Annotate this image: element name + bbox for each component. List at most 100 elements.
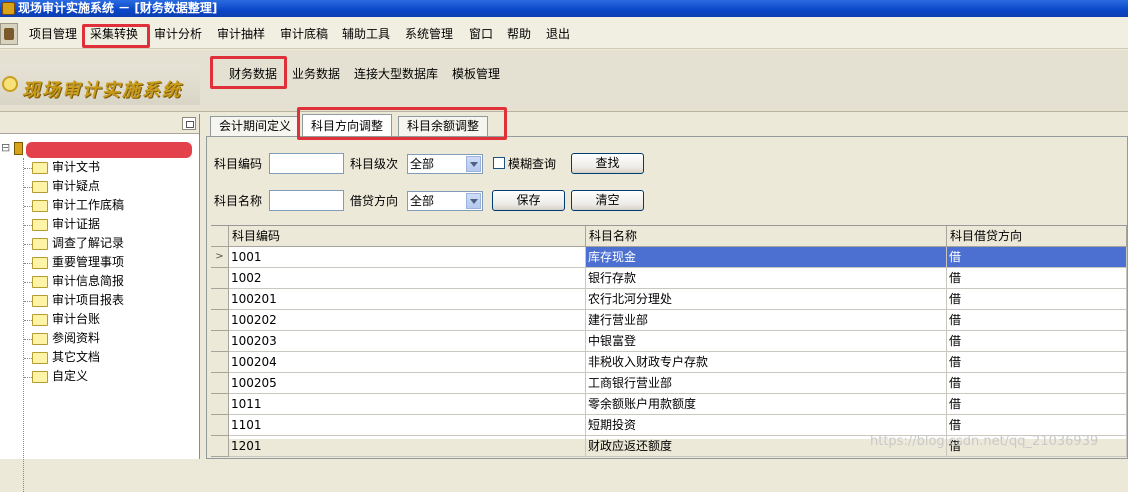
row-header[interactable] xyxy=(211,289,229,310)
cell-direction[interactable]: 借 xyxy=(947,289,1127,310)
cell-direction[interactable]: 借 xyxy=(947,247,1127,268)
cell-direction[interactable]: 借 xyxy=(947,310,1127,331)
row-header-current[interactable]: > xyxy=(211,247,229,268)
tree-item-workpapers[interactable]: 审计工作底稿 xyxy=(32,196,124,215)
menu-collect-convert[interactable]: 采集转换 xyxy=(90,25,138,43)
table-row[interactable]: 100201 农行北河分理处 借 xyxy=(211,289,1127,310)
cell-name[interactable]: 零余额账户用款额度 xyxy=(586,394,947,415)
tree-item-label: 审计信息简报 xyxy=(52,274,125,288)
menu-window[interactable]: 窗口 xyxy=(469,25,493,43)
tree-item-audit-docs[interactable]: 审计文书 xyxy=(32,158,100,177)
save-button[interactable]: 保存 xyxy=(492,190,565,211)
tree-item-other-docs[interactable]: 其它文档 xyxy=(32,348,100,367)
cell-code[interactable]: 100202 xyxy=(229,310,586,331)
column-header-direction[interactable]: 科目借贷方向 xyxy=(947,226,1127,247)
cell-code[interactable]: 100204 xyxy=(229,352,586,373)
menu-system[interactable]: 系统管理 xyxy=(405,25,453,43)
table-row[interactable]: 1011 零余额账户用款额度 借 xyxy=(211,394,1127,415)
table-row[interactable]: 100202 建行营业部 借 xyxy=(211,310,1127,331)
pin-icon[interactable] xyxy=(182,117,196,130)
cell-code[interactable]: 100205 xyxy=(229,373,586,394)
table-row[interactable]: 100204 非税收入财政专户存款 借 xyxy=(211,352,1127,373)
cell-direction[interactable]: 借 xyxy=(947,415,1127,436)
clear-button[interactable]: 清空 xyxy=(571,190,644,211)
tree-branch xyxy=(24,301,32,302)
tree-item-key-matters[interactable]: 重要管理事项 xyxy=(32,253,124,272)
subnav-connect-db[interactable]: 连接大型数据库 xyxy=(354,65,438,83)
tab-account-direction[interactable]: 科目方向调整 xyxy=(302,114,393,137)
cell-direction[interactable]: 借 xyxy=(947,352,1127,373)
menu-project[interactable]: 项目管理 xyxy=(29,25,77,43)
tree-item-label: 参阅资料 xyxy=(52,331,101,345)
cell-code[interactable]: 1101 xyxy=(229,415,586,436)
menu-exit[interactable]: 退出 xyxy=(546,25,570,43)
cell-name[interactable]: 短期投资 xyxy=(586,415,947,436)
cell-name[interactable]: 库存现金 xyxy=(586,247,947,268)
project-root-redacted[interactable] xyxy=(26,142,192,158)
tree-item-custom[interactable]: 自定义 xyxy=(32,367,88,386)
menu-audit-analysis[interactable]: 审计分析 xyxy=(154,25,202,43)
subnav-financial-data[interactable]: 财务数据 xyxy=(229,65,277,83)
column-header-code[interactable]: 科目编码 xyxy=(229,226,586,247)
row-header[interactable] xyxy=(211,415,229,436)
column-header-name[interactable]: 科目名称 xyxy=(586,226,947,247)
tree-collapse-icon[interactable]: ⊟ xyxy=(1,141,10,154)
cell-code[interactable]: 100203 xyxy=(229,331,586,352)
app-menu-icon[interactable] xyxy=(0,23,18,45)
row-header[interactable] xyxy=(211,310,229,331)
row-header[interactable] xyxy=(211,352,229,373)
tree-item-evidence[interactable]: 审计证据 xyxy=(32,215,100,234)
level-select[interactable]: 全部 xyxy=(407,154,483,174)
tree-item-references[interactable]: 参阅资料 xyxy=(32,329,100,348)
main-panel: 会计期间定义 科目方向调整 科目余额调整 科目编码 科目级次 全部 模糊查询 查… xyxy=(204,114,1128,459)
cell-code[interactable]: 1002 xyxy=(229,268,586,289)
cell-code[interactable]: 1201 xyxy=(229,436,586,457)
table-row[interactable]: 1002 银行存款 借 xyxy=(211,268,1127,289)
search-button[interactable]: 查找 xyxy=(571,153,644,174)
cell-name[interactable]: 建行营业部 xyxy=(586,310,947,331)
cell-name[interactable]: 农行北河分理处 xyxy=(586,289,947,310)
subnav-business-data[interactable]: 业务数据 xyxy=(292,65,340,83)
menu-audit-sampling[interactable]: 审计抽样 xyxy=(217,25,265,43)
cell-direction[interactable]: 借 xyxy=(947,394,1127,415)
tree-item-audit-doubts[interactable]: 审计疑点 xyxy=(32,177,100,196)
tab-account-balance[interactable]: 科目余额调整 xyxy=(398,116,489,136)
cell-name[interactable]: 非税收入财政专户存款 xyxy=(586,352,947,373)
direction-select[interactable]: 全部 xyxy=(407,191,483,211)
row-header[interactable] xyxy=(211,436,229,457)
tree-branch xyxy=(24,187,32,188)
menu-audit-workpaper[interactable]: 审计底稿 xyxy=(280,25,328,43)
subnav-templates[interactable]: 模板管理 xyxy=(452,65,500,83)
cell-direction[interactable]: 借 xyxy=(947,268,1127,289)
fuzzy-checkbox[interactable] xyxy=(493,157,505,169)
cell-name[interactable]: 工商银行营业部 xyxy=(586,373,947,394)
tree-item-ledger[interactable]: 审计台账 xyxy=(32,310,100,329)
menu-help[interactable]: 帮助 xyxy=(507,25,531,43)
dropdown-arrow-icon[interactable] xyxy=(466,156,481,172)
row-header[interactable] xyxy=(211,394,229,415)
cell-direction[interactable]: 借 xyxy=(947,331,1127,352)
row-header[interactable] xyxy=(211,268,229,289)
tree-item-reports[interactable]: 审计项目报表 xyxy=(32,291,124,310)
logo-text: 现场审计实施系统 xyxy=(22,80,182,101)
tree-item-survey[interactable]: 调查了解记录 xyxy=(32,234,124,253)
tree-item-briefings[interactable]: 审计信息简报 xyxy=(32,272,124,291)
table-row[interactable]: 100205 工商银行营业部 借 xyxy=(211,373,1127,394)
cell-name[interactable]: 中银富登 xyxy=(586,331,947,352)
menu-tools[interactable]: 辅助工具 xyxy=(342,25,390,43)
cell-direction[interactable]: 借 xyxy=(947,373,1127,394)
cell-code[interactable]: 1011 xyxy=(229,394,586,415)
row-header[interactable] xyxy=(211,331,229,352)
cell-name[interactable]: 银行存款 xyxy=(586,268,947,289)
menu-bar: 项目管理 采集转换 审计分析 审计抽样 审计底稿 辅助工具 系统管理 窗口 帮助… xyxy=(0,17,1128,49)
table-row[interactable]: 100203 中银富登 借 xyxy=(211,331,1127,352)
cell-code[interactable]: 1001 xyxy=(229,247,586,268)
tab-accounting-period[interactable]: 会计期间定义 xyxy=(210,116,301,136)
cell-code[interactable]: 100201 xyxy=(229,289,586,310)
dropdown-arrow-icon[interactable] xyxy=(466,193,481,209)
code-input[interactable] xyxy=(269,153,344,174)
table-row[interactable]: 1101 短期投资 借 xyxy=(211,415,1127,436)
row-header[interactable] xyxy=(211,373,229,394)
table-row[interactable]: > 1001 库存现金 借 xyxy=(211,247,1127,268)
name-input[interactable] xyxy=(269,190,344,211)
